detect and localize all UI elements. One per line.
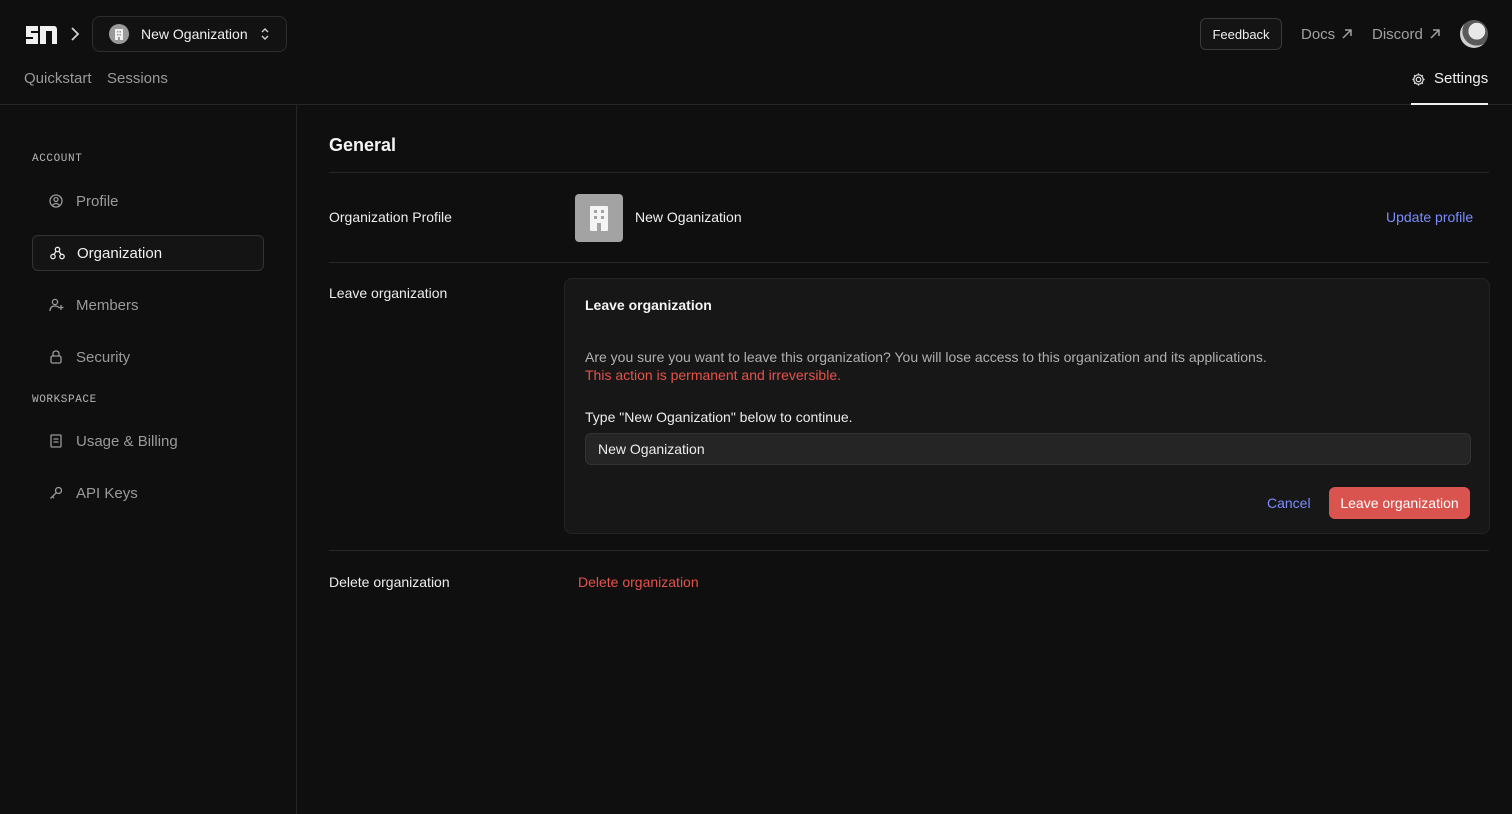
leave-org-card: Leave organization Are you sure you want… xyxy=(564,278,1490,534)
delete-org-label: Delete organization xyxy=(329,574,450,590)
building-icon xyxy=(109,24,129,44)
user-plus-icon xyxy=(48,297,64,313)
gear-icon xyxy=(1412,73,1425,86)
sidebar-item-organization[interactable]: Organization xyxy=(32,235,264,271)
key-icon xyxy=(48,485,64,501)
sidebar-item-label: API Keys xyxy=(76,484,138,502)
user-circle-icon xyxy=(48,193,64,209)
leave-organization-button[interactable]: Leave organization xyxy=(1329,487,1470,519)
leave-org-label: Leave organization xyxy=(329,285,448,301)
divider xyxy=(329,172,1489,173)
tab-settings-label: Settings xyxy=(1434,70,1489,87)
tab-quickstart[interactable]: Quickstart xyxy=(24,70,92,87)
tab-sessions[interactable]: Sessions xyxy=(107,70,168,87)
leave-card-description: Are you sure you want to leave this orga… xyxy=(585,349,1267,365)
sidebar-item-security[interactable]: Security xyxy=(32,339,264,375)
discord-label: Discord xyxy=(1372,25,1423,43)
chevron-up-down-icon xyxy=(261,28,269,40)
chevron-right-icon xyxy=(71,27,80,41)
org-switcher-name: New Oganization xyxy=(141,26,248,42)
sidebar-section-account: ACCOUNT xyxy=(32,153,83,165)
divider xyxy=(329,262,1489,263)
sidebar-item-label: Usage & Billing xyxy=(76,432,178,450)
leave-card-warning: This action is permanent and irreversibl… xyxy=(585,367,842,383)
cancel-button[interactable]: Cancel xyxy=(1267,495,1311,511)
sidebar-section-workspace: WORKSPACE xyxy=(32,394,97,406)
confirm-label: Type "New Oganization" below to continue… xyxy=(585,409,853,425)
tab-settings[interactable]: Settings xyxy=(1411,70,1489,105)
feedback-button[interactable]: Feedback xyxy=(1200,18,1282,50)
org-switcher[interactable]: New Oganization xyxy=(92,16,287,52)
discord-link[interactable]: Discord xyxy=(1372,24,1441,44)
building-icon xyxy=(575,194,623,242)
sidebar: ACCOUNT Profile Organization Members Sec… xyxy=(0,105,297,814)
page-title: General xyxy=(329,135,397,155)
leave-card-title: Leave organization xyxy=(585,297,712,313)
sidebar-item-label: Profile xyxy=(76,192,119,210)
nav-tabs: Quickstart Sessions Settings xyxy=(0,60,1512,105)
logo-icon[interactable] xyxy=(24,22,58,46)
user-avatar[interactable] xyxy=(1460,20,1488,48)
top-bar: New Oganization Feedback Docs Discord xyxy=(0,0,1512,68)
sidebar-item-label: Security xyxy=(76,348,131,366)
sidebar-item-api-keys[interactable]: API Keys xyxy=(32,475,264,511)
arrow-up-right-icon xyxy=(1430,29,1440,39)
confirm-org-name-input[interactable] xyxy=(585,433,1471,465)
org-profile-name: New Oganization xyxy=(635,209,742,225)
receipt-icon xyxy=(48,433,64,449)
divider xyxy=(329,550,1489,551)
sidebar-item-label: Organization xyxy=(77,244,163,262)
docs-link[interactable]: Docs xyxy=(1301,24,1353,44)
update-profile-link[interactable]: Update profile xyxy=(1386,209,1473,225)
docs-label: Docs xyxy=(1301,25,1336,43)
sidebar-item-profile[interactable]: Profile xyxy=(32,183,264,219)
arrow-up-right-icon xyxy=(1342,29,1352,39)
org-profile-label: Organization Profile xyxy=(329,209,452,225)
delete-organization-link[interactable]: Delete organization xyxy=(578,574,699,590)
sidebar-item-members[interactable]: Members xyxy=(32,287,264,323)
organization-icon xyxy=(49,245,65,261)
sidebar-item-usage-billing[interactable]: Usage & Billing xyxy=(32,423,264,459)
lock-icon xyxy=(48,349,64,365)
sidebar-item-label: Members xyxy=(76,296,139,314)
